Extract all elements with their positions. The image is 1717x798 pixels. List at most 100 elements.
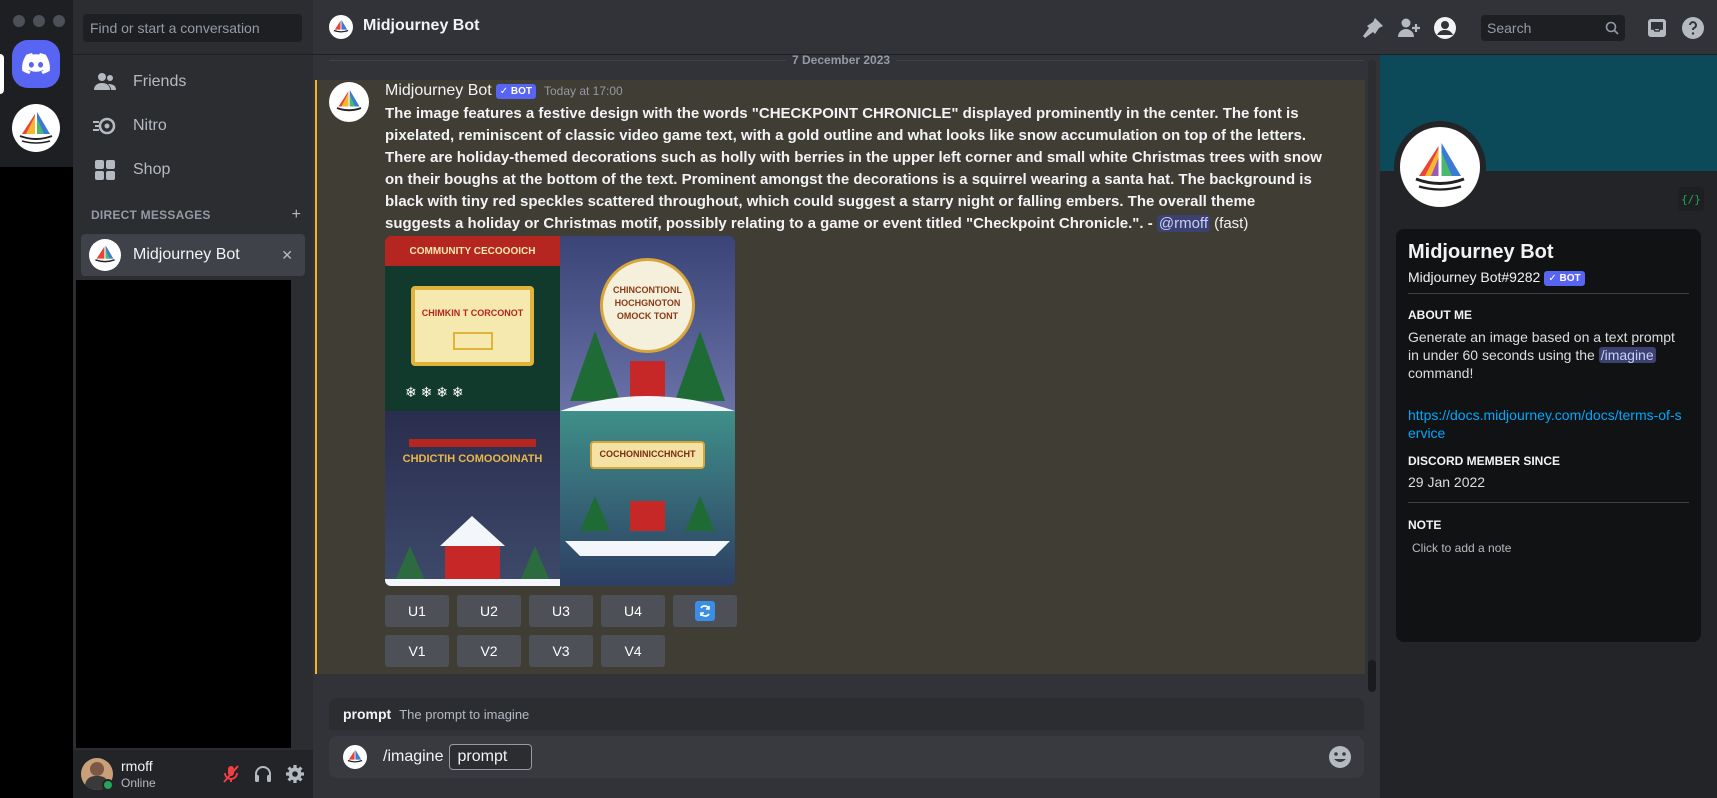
nav-shop[interactable]: Shop xyxy=(81,149,305,191)
sailboat-logo-icon xyxy=(95,245,115,263)
dm-sidebar: Find or start a conversation Friends Nit… xyxy=(73,0,313,798)
window-minimize-button[interactable] xyxy=(33,15,45,27)
shop-icon xyxy=(93,158,117,182)
channel-header: Midjourney Bot Search xyxy=(313,0,1717,55)
profile-divider xyxy=(1408,502,1689,503)
tile-1-banner: COMMUNITY CECOOOICH xyxy=(409,246,536,257)
sailboat-logo-icon xyxy=(336,90,362,112)
member-since-date: 29 Jan 2022 xyxy=(1408,474,1486,490)
search-placeholder: Search xyxy=(1487,20,1532,36)
sailboat-logo-icon xyxy=(347,749,363,763)
profile-avatar-frame xyxy=(1394,121,1486,213)
profile-tag: Midjourney Bot#9282 ✓ BOT xyxy=(1408,269,1585,286)
window-close-button[interactable] xyxy=(13,15,25,27)
message-timestamp: Today at 17:00 xyxy=(543,84,623,98)
note-input[interactable]: Click to add a note xyxy=(1412,541,1511,555)
image-tile-2[interactable]: CHINCONTIONL HOCHGNOTON OMOCK TONT xyxy=(560,236,735,411)
about-text-2: command! xyxy=(1408,365,1474,381)
create-dm-button[interactable]: + xyxy=(292,206,301,224)
chat-area: 7 December 2023 Midjourney Bot ✓ BOT Tod… xyxy=(313,0,1380,798)
dm-list-empty-area xyxy=(76,280,291,748)
tile-1-title: CHIMKIN T CORCONOT xyxy=(421,308,524,318)
option-name: prompt xyxy=(343,706,392,722)
tile-3-title: CHDICTIH COMOOOINATH xyxy=(402,453,543,465)
sailboat-logo-icon xyxy=(333,19,349,33)
add-friends-to-dm-icon[interactable] xyxy=(1397,16,1421,45)
variation-1-button[interactable]: V1 xyxy=(385,635,449,667)
user-settings-icon[interactable] xyxy=(285,764,305,789)
variation-3-button[interactable]: V3 xyxy=(529,635,593,667)
direct-messages-header: DIRECT MESSAGES xyxy=(91,208,211,222)
rail-empty-area xyxy=(0,167,73,798)
image-grid[interactable]: COMMUNITY CECOOOICH CHIMKIN T CORCONOT ❄… xyxy=(385,236,735,586)
member-since-label: DISCORD MEMBER SINCE xyxy=(1408,454,1561,468)
channel-title: Midjourney Bot xyxy=(363,17,480,34)
upscale-3-button[interactable]: U3 xyxy=(529,595,593,627)
reroll-button[interactable] xyxy=(673,595,737,627)
search-input[interactable]: Search xyxy=(1481,15,1625,41)
profile-avatar[interactable] xyxy=(1400,127,1480,207)
message-avatar[interactable] xyxy=(329,82,369,122)
find-conversation-placeholder: Find or start a conversation xyxy=(90,20,260,36)
profile-display-name: Midjourney Bot xyxy=(1408,241,1554,263)
upscale-1-button[interactable]: U1 xyxy=(385,595,449,627)
profile-divider xyxy=(1408,293,1689,294)
about-me-text: Generate an image based on a text prompt… xyxy=(1408,328,1689,382)
nav-friends[interactable]: Friends xyxy=(81,61,305,103)
hide-user-profile-icon[interactable] xyxy=(1433,16,1457,45)
dm-item-midjourney-bot[interactable]: Midjourney Bot ✕ xyxy=(81,234,305,276)
imagine-command[interactable]: /imagine xyxy=(1598,347,1656,363)
midjourney-server-button[interactable] xyxy=(12,104,60,152)
inbox-icon[interactable] xyxy=(1645,16,1669,45)
mute-microphone-icon[interactable] xyxy=(221,764,241,789)
tile-4-title: COCHONINICCHNCHT xyxy=(599,449,696,459)
close-dm-icon[interactable]: ✕ xyxy=(281,247,293,264)
emoji-picker-icon[interactable] xyxy=(1328,745,1352,774)
pinned-messages-icon[interactable] xyxy=(1361,16,1385,45)
discord-home-button[interactable] xyxy=(12,40,60,88)
image-tile-1[interactable]: COMMUNITY CECOOOICH CHIMKIN T CORCONOT ❄… xyxy=(385,236,560,411)
discord-logo-icon xyxy=(22,53,50,74)
profile-username: Midjourney Bot#9282 xyxy=(1408,269,1541,285)
prompt-option-chip[interactable]: prompt xyxy=(449,744,533,770)
user-panel: rmoff Online xyxy=(73,750,313,798)
nav-shop-label: Shop xyxy=(133,161,171,178)
help-icon[interactable] xyxy=(1681,16,1705,45)
chat-scrollbar-track[interactable] xyxy=(1368,60,1376,692)
dm-item-label: Midjourney Bot xyxy=(133,246,240,263)
nav-nitro-label: Nitro xyxy=(133,117,167,134)
profile-card: Midjourney Bot Midjourney Bot#9282 ✓ BOT … xyxy=(1396,229,1701,642)
nav-nitro[interactable]: Nitro xyxy=(81,105,305,147)
upscale-4-button[interactable]: U4 xyxy=(601,595,665,627)
sailboat-logo-icon xyxy=(1415,143,1465,191)
upscale-2-button[interactable]: U2 xyxy=(457,595,521,627)
tile-2-title: CHINCONTIONL HOCHGNOTON OMOCK TONT xyxy=(613,285,682,321)
note-label: NOTE xyxy=(1408,518,1442,532)
message-suffix: (fast) xyxy=(1210,215,1249,232)
message-input[interactable]: /imagine prompt xyxy=(329,736,1364,778)
image-tile-4[interactable]: COCHONINICCHNCHT xyxy=(560,411,735,586)
sidebar-divider xyxy=(73,54,313,55)
variation-2-button[interactable]: V2 xyxy=(457,635,521,667)
bot-badge: ✓ BOT xyxy=(495,83,536,99)
message-content: The image features a festive design with… xyxy=(385,103,1325,235)
developer-badge-icon[interactable]: {/} xyxy=(1678,187,1704,211)
chat-scrollbar-thumb[interactable] xyxy=(1368,660,1376,692)
nitro-icon xyxy=(93,114,117,138)
message-text: The image features a festive design with… xyxy=(385,105,1322,232)
selected-pill xyxy=(0,54,4,94)
variation-4-button[interactable]: V4 xyxy=(601,635,665,667)
user-status: Online xyxy=(121,776,156,790)
online-status-dot xyxy=(102,779,114,791)
terms-of-service-link[interactable]: https://docs.midjourney.com/docs/terms-o… xyxy=(1408,406,1689,442)
find-conversation-button[interactable]: Find or start a conversation xyxy=(83,14,302,42)
user-mention[interactable]: @rmoff xyxy=(1156,215,1210,232)
user-profile-panel: {/} Midjourney Bot Midjourney Bot#9282 ✓ … xyxy=(1380,55,1717,798)
window-zoom-button[interactable] xyxy=(53,15,65,27)
message-author[interactable]: Midjourney Bot xyxy=(385,82,492,100)
headphones-icon[interactable] xyxy=(253,764,273,789)
command-bot-avatar xyxy=(343,745,367,769)
nav-friends-label: Friends xyxy=(133,73,187,90)
slash-command: /imagine xyxy=(383,748,444,765)
image-tile-3[interactable]: CHDICTIH COMOOOINATH xyxy=(385,411,560,586)
